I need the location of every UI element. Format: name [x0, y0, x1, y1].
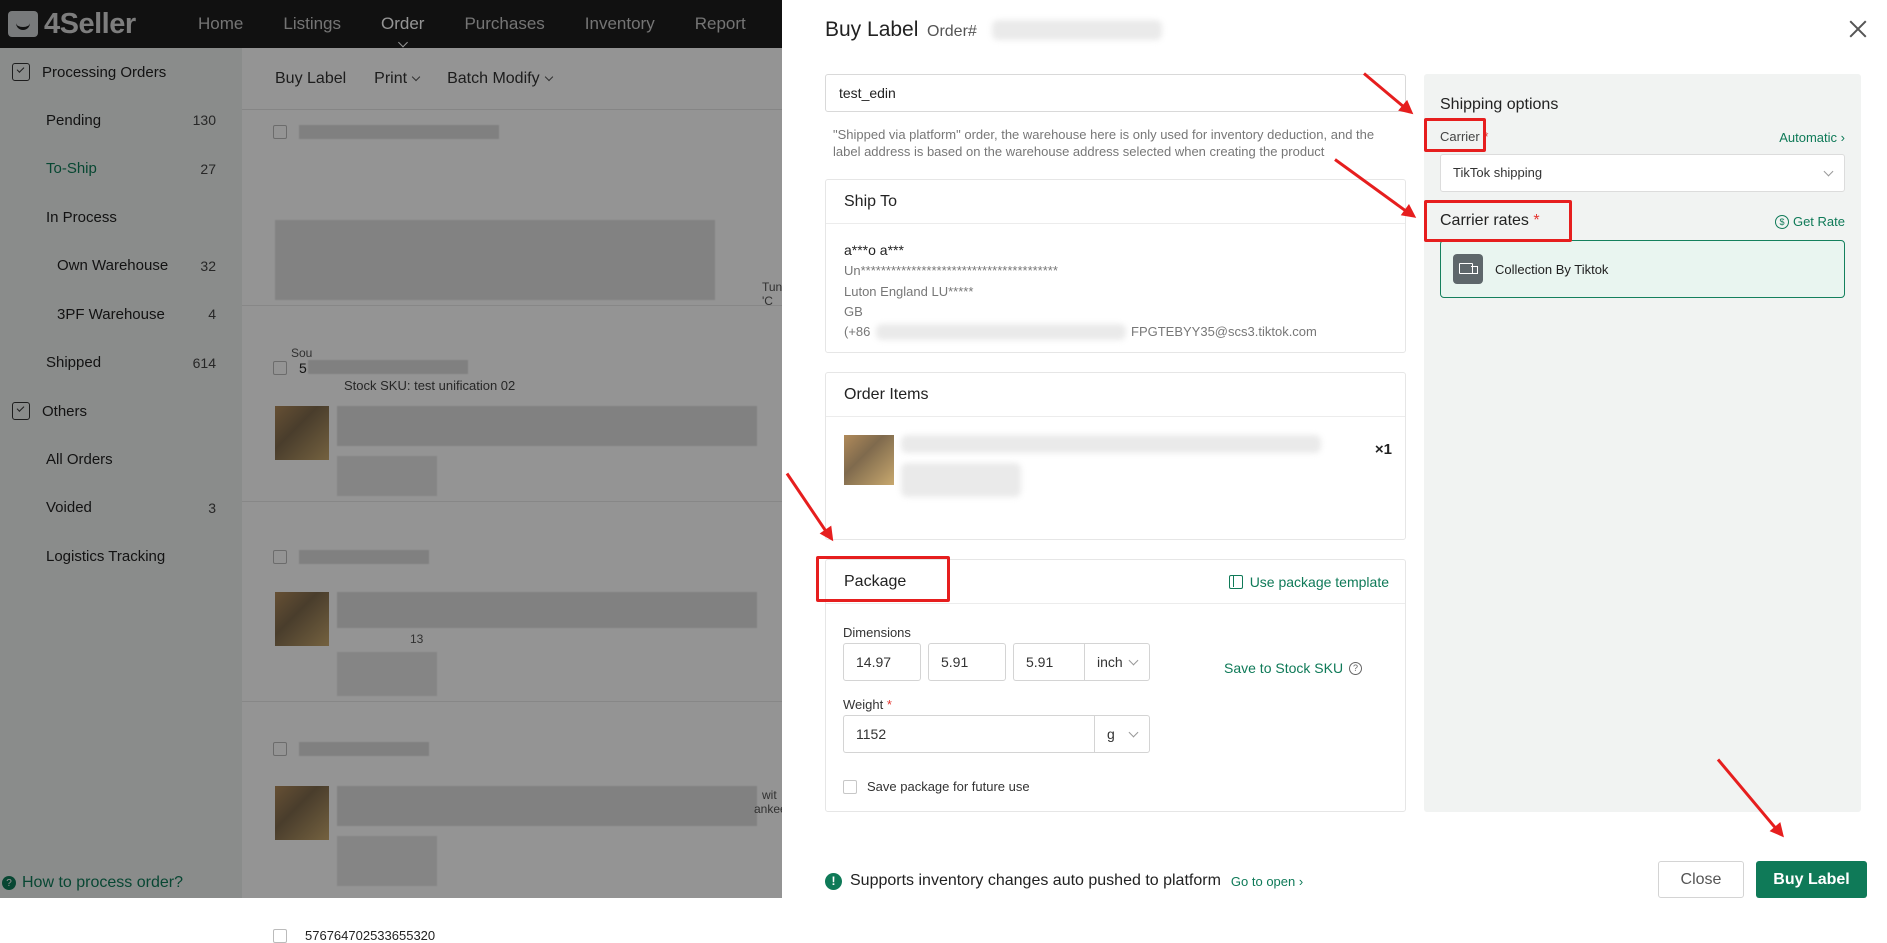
info-icon: !	[825, 872, 842, 890]
chevron-down-icon	[1128, 655, 1139, 666]
automatic-link[interactable]: Automatic ›	[1779, 130, 1845, 145]
unit-value: inch	[1097, 654, 1123, 670]
item-quantity: ×1	[1374, 441, 1392, 458]
product-thumbnail	[844, 435, 894, 485]
annotation-box-carrier-rates	[1424, 200, 1572, 242]
height-input[interactable]: 5.91	[1013, 643, 1085, 681]
weight-label-text: Weight	[843, 697, 884, 712]
save-package-label: Save package for future use	[867, 779, 1030, 794]
order-items-card: Order Items ×1	[825, 372, 1406, 540]
shipping-options-title: Shipping options	[1440, 96, 1559, 113]
chevron-down-icon	[1128, 727, 1139, 738]
redacted-product-title	[901, 435, 1321, 453]
annotation-box-package	[816, 556, 950, 602]
save-to-stock-sku-link[interactable]: Save to Stock SKU ?	[1224, 660, 1363, 676]
warehouse-note: "Shipped via platform" order, the wareho…	[833, 127, 1375, 159]
order-items-title: Order Items	[826, 373, 1405, 417]
chevron-down-icon	[1823, 166, 1834, 177]
order-number-label: Order#	[927, 23, 977, 40]
save-package-checkbox[interactable]: Save package for future use	[843, 779, 1030, 794]
template-icon	[1228, 575, 1243, 589]
redacted-contact	[876, 324, 1126, 340]
close-button[interactable]: Close	[1658, 861, 1744, 898]
weight-unit-value: g	[1107, 726, 1115, 742]
row-checkbox[interactable]	[273, 929, 287, 943]
warehouse-field[interactable]: test_edin	[825, 74, 1406, 112]
redacted-order-number	[992, 20, 1162, 40]
template-link-label: Use package template	[1249, 574, 1389, 590]
inventory-push-notice: ! Supports inventory changes auto pushed…	[825, 872, 1303, 890]
weight-input[interactable]: 1152	[843, 715, 1095, 753]
ship-to-card: Ship To a***o a*** Un*******************…	[825, 179, 1406, 353]
dimension-unit-select[interactable]: inch	[1084, 643, 1150, 681]
notice-text: Supports inventory changes auto pushed t…	[850, 872, 1221, 889]
address-line: GB	[844, 304, 863, 319]
save-to-stock-sku-label: Save to Stock SKU	[1224, 660, 1344, 676]
rate-option-collection-by-tiktok[interactable]: Collection By Tiktok	[1440, 240, 1845, 298]
go-to-open-link[interactable]: Go to open ›	[1231, 874, 1303, 889]
carrier-select[interactable]: TikTok shipping	[1440, 154, 1845, 192]
close-icon[interactable]	[1847, 18, 1869, 40]
weight-label: Weight *	[843, 697, 892, 712]
required-mark: *	[886, 697, 892, 712]
get-rate-button[interactable]: $ Get Rate	[1774, 214, 1845, 229]
automatic-label: Automatic	[1779, 130, 1838, 145]
annotation-box-carrier	[1424, 118, 1486, 152]
order-number: 576764702533655320	[305, 928, 436, 943]
dollar-circle-icon: $	[1774, 214, 1789, 229]
address-line: Luton England LU*****	[844, 284, 974, 299]
email-suffix: FPGTEBYY35@scs3.tiktok.com	[1131, 324, 1317, 339]
modal-backdrop[interactable]	[0, 0, 782, 898]
checkbox-box[interactable]	[843, 779, 857, 794]
buy-label-button[interactable]: Buy Label	[1756, 861, 1867, 898]
weight-unit-select[interactable]: g	[1094, 715, 1150, 753]
address-line: Un**************************************…	[844, 263, 1058, 278]
get-rate-label: Get Rate	[1792, 214, 1845, 229]
truck-icon	[1453, 254, 1483, 284]
drawer-title: Buy Label	[825, 18, 919, 41]
phone-prefix: (+86	[844, 324, 871, 339]
redacted-product-sku	[901, 463, 1021, 497]
carrier-value: TikTok shipping	[1453, 165, 1543, 180]
width-input[interactable]: 5.91	[928, 643, 1006, 681]
ship-to-title: Ship To	[826, 180, 1405, 224]
rate-option-label: Collection By Tiktok	[1495, 261, 1609, 277]
recipient-name: a***o a***	[844, 242, 904, 258]
question-circle-icon[interactable]: ?	[1349, 661, 1363, 675]
go-to-open-label: Go to open	[1230, 873, 1296, 889]
dimensions-label: Dimensions	[843, 625, 911, 640]
length-input[interactable]: 14.97	[843, 643, 921, 681]
app-root: 4Seller Home Listings Order Purchases In…	[0, 0, 1887, 943]
use-package-template-link[interactable]: Use package template	[1228, 574, 1389, 590]
shipping-options-panel: Shipping options Carrier * Automatic › T…	[1424, 74, 1861, 812]
